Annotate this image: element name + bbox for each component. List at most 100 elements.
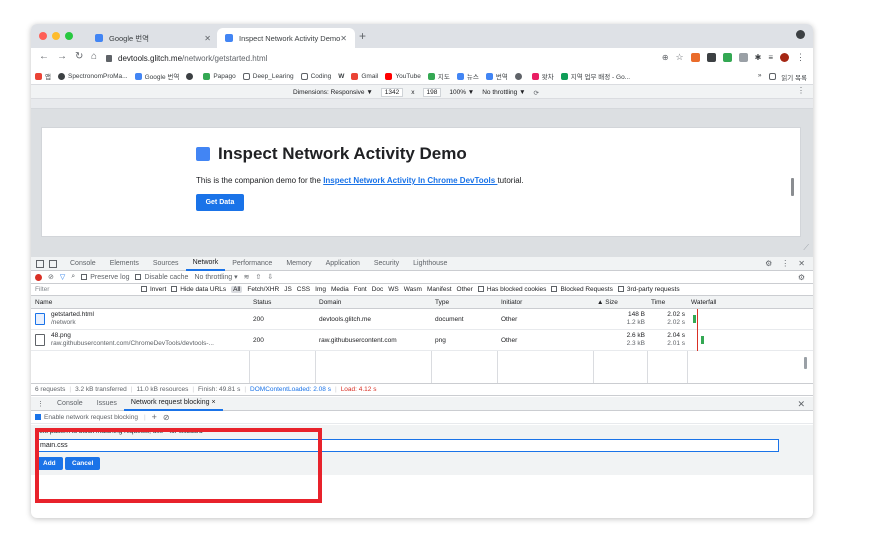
address-bar[interactable]: devtools.glitch.me /network/getstarted.h… bbox=[106, 50, 716, 66]
column-initiator[interactable]: Initiator bbox=[501, 299, 522, 306]
forward-arrow-icon[interactable]: → bbox=[57, 51, 67, 62]
throttle-select[interactable]: No throttling ▼ bbox=[482, 89, 525, 96]
bookmark-item[interactable]: 뉴스 bbox=[456, 71, 479, 81]
corner-resize-icon[interactable]: ⟋ bbox=[803, 243, 809, 253]
filter-type-all[interactable]: All bbox=[231, 286, 243, 293]
more-menu-icon[interactable]: ⋮ bbox=[797, 86, 805, 95]
hide-data-urls-checkbox[interactable]: Hide data URLs bbox=[171, 286, 226, 293]
tutorial-link[interactable]: Inspect Network Activity In Chrome DevTo… bbox=[323, 176, 497, 185]
filter-type-wasm[interactable]: Wasm bbox=[404, 286, 422, 293]
column-status[interactable]: Status bbox=[253, 299, 271, 306]
extension-icon[interactable] bbox=[722, 53, 732, 62]
drawer-tab-issues[interactable]: Issues bbox=[90, 397, 124, 411]
drawer-tab-network-request-blocking[interactable]: Network request blocking × bbox=[123, 397, 223, 411]
filter-type-doc[interactable]: Doc bbox=[372, 286, 384, 293]
extensions-puzzle-icon[interactable]: ✱ bbox=[755, 53, 762, 62]
column-type[interactable]: Type bbox=[435, 299, 449, 306]
record-icon[interactable] bbox=[35, 273, 42, 281]
filter-type-fetch[interactable]: Fetch/XHR bbox=[247, 286, 279, 293]
bookmark-item[interactable]: 지역 업무 배정 - Go... bbox=[560, 71, 630, 81]
blocked-cookies-checkbox[interactable]: Has blocked cookies bbox=[477, 286, 546, 293]
bookmark-item[interactable]: W bbox=[338, 73, 344, 80]
preserve-log-checkbox[interactable]: Preserve log bbox=[81, 274, 129, 281]
filter-type-media[interactable]: Media bbox=[331, 286, 349, 293]
column-domain[interactable]: Domain bbox=[319, 299, 341, 306]
gear-icon[interactable]: ⚙ bbox=[798, 273, 805, 282]
bookmark-item[interactable]: Papago bbox=[203, 72, 236, 80]
tab-memory[interactable]: Memory bbox=[279, 257, 318, 271]
more-menu-icon[interactable]: ⋮ bbox=[796, 52, 805, 63]
inspect-element-icon[interactable] bbox=[36, 259, 44, 268]
maximize-window-button[interactable] bbox=[65, 32, 73, 40]
column-size[interactable]: ▲ Size bbox=[597, 299, 618, 306]
export-har-icon[interactable]: ⇩ bbox=[267, 273, 273, 281]
add-pattern-icon[interactable]: + bbox=[152, 412, 157, 422]
get-data-button[interactable]: Get Data bbox=[196, 194, 244, 211]
avatar[interactable] bbox=[780, 53, 789, 62]
more-menu-icon[interactable]: ⋮ bbox=[781, 259, 789, 268]
filter-type-js[interactable]: JS bbox=[284, 286, 292, 293]
invert-checkbox[interactable]: Invert bbox=[141, 286, 166, 293]
reload-icon[interactable]: ↻ bbox=[75, 51, 83, 62]
scrollbar[interactable] bbox=[791, 178, 794, 196]
clear-patterns-icon[interactable]: ⊘ bbox=[163, 413, 170, 422]
network-conditions-icon[interactable]: ≋ bbox=[244, 273, 250, 281]
extension-icon[interactable] bbox=[706, 53, 716, 62]
bookmark-item[interactable]: 번역 bbox=[485, 71, 508, 81]
bookmark-item[interactable]: 왓차 bbox=[531, 71, 554, 81]
third-party-checkbox[interactable]: 3rd-party requests bbox=[617, 286, 680, 293]
column-time[interactable]: Time bbox=[651, 299, 665, 306]
zoom-select[interactable]: 100% ▼ bbox=[449, 89, 474, 96]
drawer-tab-console[interactable]: Console bbox=[50, 397, 90, 411]
minimize-window-button[interactable] bbox=[52, 32, 60, 40]
height-input[interactable]: 198 bbox=[422, 88, 442, 97]
bookmark-item[interactable]: 지도 bbox=[427, 71, 450, 81]
tab-console[interactable]: Console bbox=[63, 257, 103, 271]
tab-security[interactable]: Security bbox=[367, 257, 406, 271]
filter-type-img[interactable]: Img bbox=[315, 286, 326, 293]
table-row[interactable]: getstarted.html /network 200 devtools.gl… bbox=[31, 309, 813, 330]
enable-blocking-checkbox[interactable]: Enable network request blocking bbox=[35, 414, 138, 421]
tab-application[interactable]: Application bbox=[319, 257, 367, 271]
close-icon[interactable]: ✕ bbox=[797, 399, 805, 410]
filter-type-manifest[interactable]: Manifest bbox=[427, 286, 452, 293]
bookmark-item[interactable]: YouTube bbox=[385, 72, 421, 80]
rotate-icon[interactable]: ⟳ bbox=[534, 89, 539, 97]
close-icon[interactable]: ✕ bbox=[204, 34, 211, 43]
bookmark-item[interactable] bbox=[514, 72, 525, 80]
back-arrow-icon[interactable]: ← bbox=[39, 51, 49, 62]
width-input[interactable]: 1342 bbox=[380, 88, 404, 97]
new-tab-button[interactable]: + bbox=[359, 29, 366, 43]
filter-input[interactable]: Filter bbox=[35, 286, 49, 293]
bookmarks-overflow-button[interactable]: » bbox=[758, 72, 762, 82]
drawer-menu-icon[interactable]: ⋮ bbox=[31, 400, 50, 408]
tab-lighthouse[interactable]: Lighthouse bbox=[406, 257, 454, 271]
zoom-icon[interactable]: ⊕ bbox=[662, 53, 669, 62]
bookmark-folder[interactable]: Coding bbox=[300, 72, 331, 80]
extension-icon[interactable] bbox=[690, 53, 700, 62]
bookmark-apps[interactable]: 앱 bbox=[35, 71, 51, 81]
home-icon[interactable]: ⌂ bbox=[91, 51, 97, 62]
column-waterfall[interactable]: Waterfall bbox=[691, 299, 716, 306]
search-icon[interactable]: ⌕ bbox=[71, 273, 75, 281]
tab-inspect-network[interactable]: Inspect Network Activity Demo ✕ bbox=[217, 28, 355, 48]
close-icon[interactable]: ✕ bbox=[340, 34, 347, 43]
bookmark-item[interactable] bbox=[186, 72, 196, 80]
dimensions-select[interactable]: Dimensions: Responsive ▼ bbox=[293, 89, 373, 96]
filter-type-ws[interactable]: WS bbox=[388, 286, 398, 293]
table-row[interactable]: 48.png raw.githubusercontent.com/ChromeD… bbox=[31, 330, 813, 351]
tab-elements[interactable]: Elements bbox=[103, 257, 146, 271]
throttling-select[interactable]: No throttling ▾ bbox=[194, 273, 237, 281]
bookmark-item[interactable]: SpectronomProMa... bbox=[57, 72, 128, 80]
bookmark-item[interactable]: Google 번역 bbox=[134, 71, 179, 81]
bookmark-item[interactable]: Gmail bbox=[351, 72, 378, 80]
close-icon[interactable]: ✕ bbox=[798, 259, 805, 268]
import-har-icon[interactable]: ⇧ bbox=[256, 273, 262, 281]
filter-icon[interactable]: ▽ bbox=[60, 273, 65, 281]
bookmark-star-icon[interactable]: ☆ bbox=[676, 52, 684, 63]
reading-list-button[interactable]: 읽기 목록 bbox=[769, 72, 807, 82]
tab-network[interactable]: Network bbox=[185, 257, 226, 271]
close-window-button[interactable] bbox=[39, 32, 47, 40]
device-toggle-icon[interactable] bbox=[49, 259, 57, 268]
reading-list-icon[interactable]: ≡ bbox=[768, 53, 773, 62]
